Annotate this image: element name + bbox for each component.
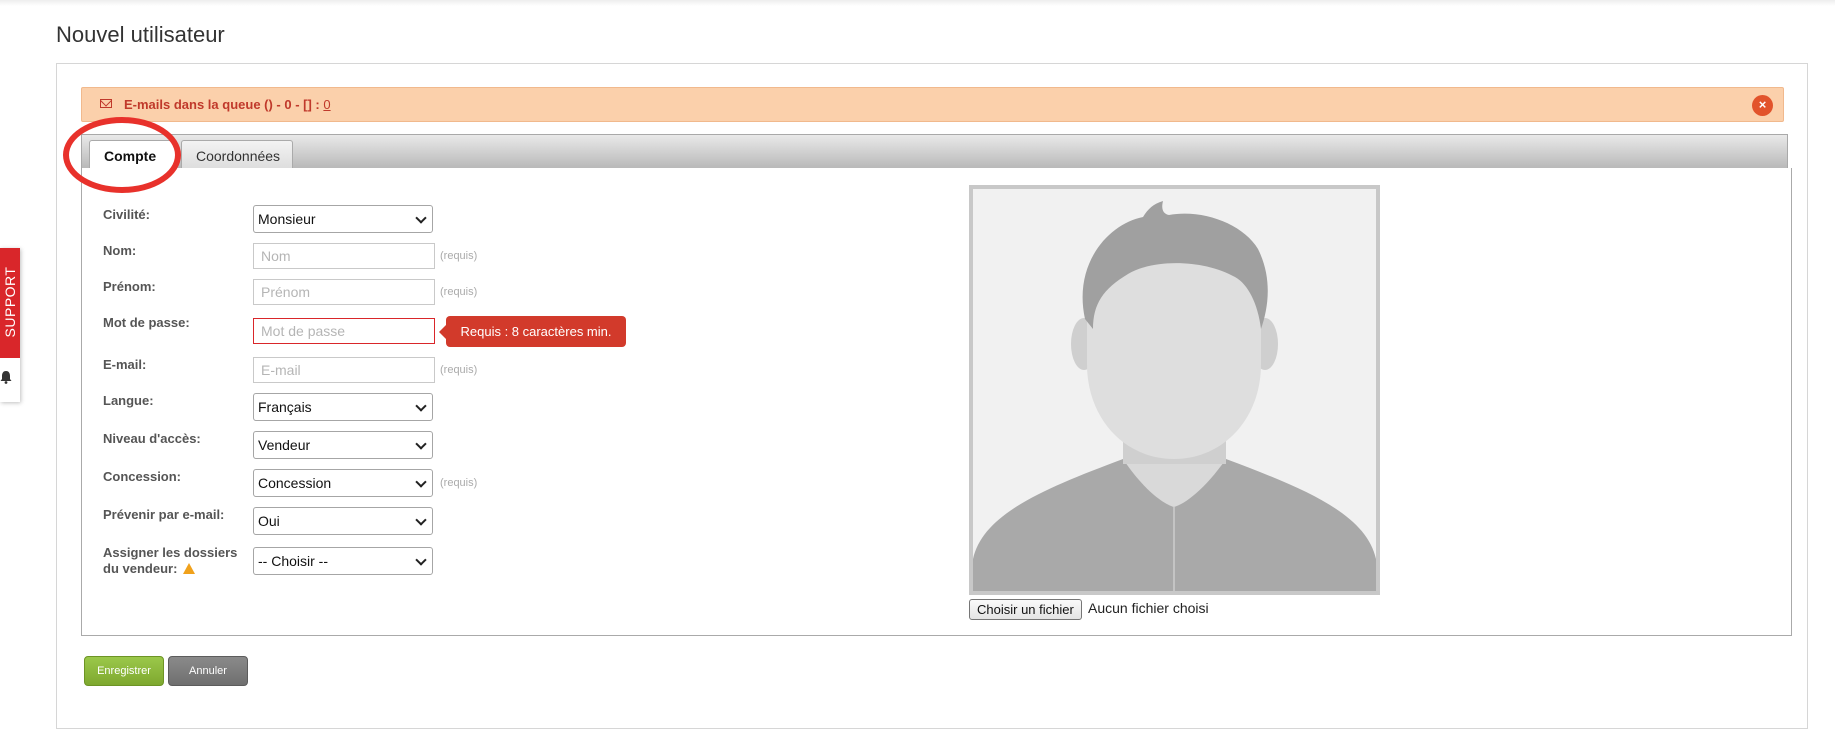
- civilite-value: Monsieur: [258, 211, 316, 227]
- niveau-value: Vendeur: [258, 437, 311, 453]
- support-tab[interactable]: SUPPORT: [0, 248, 20, 358]
- langue-value: Français: [258, 399, 312, 415]
- cancel-button[interactable]: Annuler: [168, 656, 248, 686]
- chevron-down-icon: [415, 212, 427, 224]
- close-icon[interactable]: ×: [1752, 95, 1773, 116]
- chevron-down-icon: [415, 438, 427, 450]
- langue-label: Langue:: [103, 393, 154, 408]
- chevron-down-icon: [415, 514, 427, 526]
- save-button[interactable]: Enregistrer: [84, 656, 164, 686]
- page-title: Nouvel utilisateur: [56, 22, 225, 47]
- choose-file-button[interactable]: Choisir un fichier: [969, 599, 1082, 620]
- password-input[interactable]: [253, 318, 435, 344]
- top-bar: [0, 0, 1835, 6]
- nom-input[interactable]: [253, 243, 435, 269]
- prevenir-select[interactable]: Oui: [253, 507, 433, 535]
- prenom-input[interactable]: [253, 279, 435, 305]
- prenom-required-hint: (requis): [440, 286, 478, 298]
- support-label: SUPPORT: [2, 266, 18, 338]
- avatar-silhouette-icon: [973, 189, 1376, 591]
- concession-select[interactable]: Concession: [253, 469, 433, 497]
- niveau-select[interactable]: Vendeur: [253, 431, 433, 459]
- tab-bar: Compte Coordonnées: [81, 134, 1788, 171]
- password-error-tooltip: Requis : 8 caractères min.: [439, 316, 626, 347]
- civilite-select[interactable]: Monsieur: [253, 205, 433, 233]
- niveau-label: Niveau d'accès:: [103, 431, 201, 446]
- langue-select[interactable]: Français: [253, 393, 433, 421]
- password-label: Mot de passe:: [103, 315, 190, 330]
- assigner-value: -- Choisir --: [258, 553, 328, 569]
- nom-label: Nom:: [103, 243, 137, 258]
- concession-label: Concession:: [103, 469, 182, 484]
- prevenir-label: Prévenir par e-mail:: [103, 507, 225, 522]
- concession-required-hint: (requis): [440, 477, 478, 489]
- support-widget[interactable]: SUPPORT: [0, 248, 20, 402]
- assigner-label-line2: du vendeur:: [103, 561, 178, 576]
- tab-coordonnees[interactable]: Coordonnées: [181, 140, 293, 170]
- tab-compte[interactable]: Compte: [89, 140, 177, 171]
- email-input[interactable]: [253, 357, 435, 383]
- file-status: Aucun fichier choisi: [1088, 600, 1209, 616]
- assigner-label-line1: Assigner les dossiers: [103, 545, 238, 560]
- warning-icon: [183, 563, 196, 574]
- mail-icon: [100, 99, 112, 108]
- civilite-label: Civilité:: [103, 207, 150, 222]
- concession-value: Concession: [258, 475, 332, 491]
- email-required-hint: (requis): [440, 364, 478, 376]
- prenom-label: Prénom:: [103, 279, 156, 294]
- assigner-select[interactable]: -- Choisir --: [253, 547, 433, 575]
- avatar-placeholder: [969, 185, 1380, 595]
- email-queue-alert: E-mails dans la queue () - 0 - [] : 0 ×: [81, 87, 1784, 122]
- nom-required-hint: (requis): [440, 250, 478, 262]
- chevron-down-icon: [415, 400, 427, 412]
- bell-icon[interactable]: [0, 370, 12, 384]
- assigner-label: Assigner les dossiers du vendeur:: [103, 545, 237, 577]
- alert-text: E-mails dans la queue () - 0 - [] :: [124, 97, 324, 112]
- prevenir-value: Oui: [258, 513, 280, 529]
- chevron-down-icon: [415, 554, 427, 566]
- email-label: E-mail:: [103, 357, 147, 372]
- chevron-down-icon: [415, 476, 427, 488]
- alert-count-link[interactable]: 0: [323, 97, 330, 112]
